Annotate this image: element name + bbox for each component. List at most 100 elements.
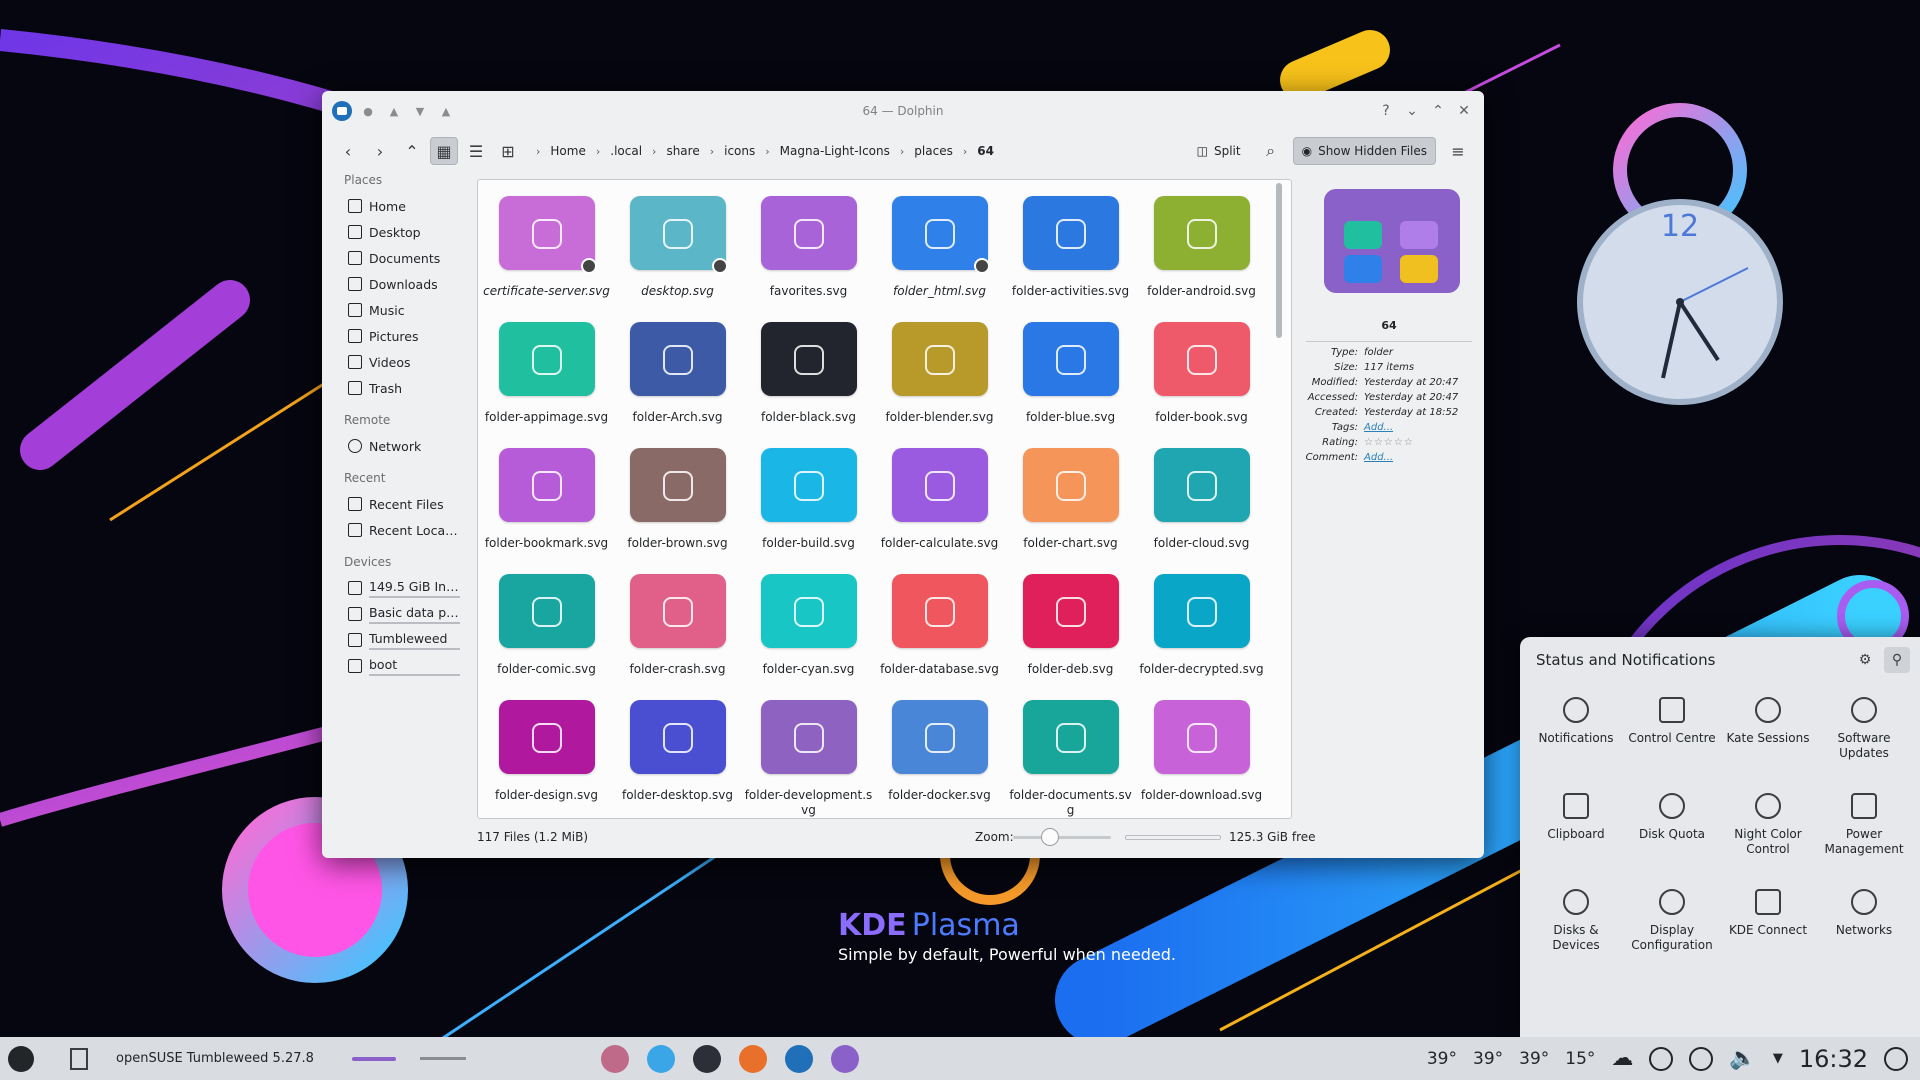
scrollbar-thumb[interactable] [1276, 183, 1282, 338]
show-hidden-files-button[interactable]: ◉ Show Hidden Files [1292, 137, 1436, 165]
application-launcher-icon[interactable] [8, 1045, 34, 1072]
breadcrumb-item[interactable]: icons [720, 142, 759, 160]
breadcrumb-item[interactable]: Magna-Light-Icons [776, 142, 894, 160]
places-item[interactable]: Desktop [332, 219, 460, 245]
breadcrumb-separator-icon[interactable]: › [900, 145, 904, 158]
places-section-heading[interactable]: Recent [344, 471, 460, 485]
file-item[interactable]: folder-android.svg [1136, 188, 1267, 314]
file-item[interactable]: favorites.svg [743, 188, 874, 314]
file-item[interactable]: folder-blue.svg [1005, 314, 1136, 440]
file-item[interactable]: folder-design.svg [481, 692, 612, 818]
file-item[interactable]: certificate-server.svg [481, 188, 612, 314]
status-item[interactable]: Notifications [1528, 689, 1624, 785]
status-item[interactable]: Disk Quota [1624, 785, 1720, 881]
taskbar-app-icon[interactable] [600, 1044, 629, 1073]
file-item[interactable]: folder_html.svg [874, 188, 1005, 314]
close-button[interactable]: ✕ [1454, 101, 1474, 121]
file-item[interactable]: folder-blender.svg [874, 314, 1005, 440]
taskbar-app-icon[interactable] [692, 1044, 721, 1073]
file-item[interactable]: desktop.svg [612, 188, 743, 314]
breadcrumb-separator-icon[interactable]: › [536, 145, 540, 158]
breadcrumb-separator-icon[interactable]: › [652, 145, 656, 158]
file-item[interactable]: folder-download.svg [1136, 692, 1267, 818]
file-item[interactable]: folder-crash.svg [612, 566, 743, 692]
breadcrumb-item[interactable]: Home [546, 142, 589, 160]
places-item[interactable]: Basic data partition [332, 601, 460, 627]
taskbar-app-icon[interactable] [784, 1044, 813, 1073]
file-item[interactable]: folder-development.svg [743, 692, 874, 818]
places-item[interactable]: Downloads [332, 271, 460, 297]
zoom-slider-handle[interactable] [1041, 828, 1059, 846]
weather-temperature[interactable]: 15° [1565, 1049, 1595, 1069]
volume-icon[interactable]: 🔈 [1729, 1046, 1756, 1071]
file-view-scrollbar[interactable] [1274, 183, 1284, 816]
split-button[interactable]: ◫ Split [1189, 137, 1249, 165]
rating-stars[interactable]: ☆☆☆☆☆ [1364, 437, 1464, 449]
file-item[interactable]: folder-brown.svg [612, 440, 743, 566]
breadcrumb-separator-icon[interactable]: › [710, 145, 714, 158]
file-item[interactable]: folder-appimage.svg [481, 314, 612, 440]
places-item[interactable]: Recent Files [332, 491, 460, 517]
places-item[interactable]: Pictures [332, 323, 460, 349]
file-item[interactable]: folder-cyan.svg [743, 566, 874, 692]
places-item[interactable]: Trash [332, 375, 460, 401]
status-item[interactable]: Clipboard [1528, 785, 1624, 881]
file-item[interactable]: folder-cloud.svg [1136, 440, 1267, 566]
pin-icon[interactable]: ⚲ [1884, 647, 1910, 673]
hamburger-menu-button[interactable]: ≡ [1444, 137, 1472, 165]
taskbar-app-icon[interactable] [646, 1044, 675, 1073]
file-item[interactable]: folder-decrypted.svg [1136, 566, 1267, 692]
places-section-heading[interactable]: Places [344, 173, 460, 187]
file-item[interactable]: folder-activities.svg [1005, 188, 1136, 314]
file-item[interactable]: folder-chart.svg [1005, 440, 1136, 566]
file-view[interactable]: certificate-server.svg desktop.svg favorit… [477, 179, 1292, 819]
tray-expand-icon[interactable]: ▼ [1773, 1051, 1783, 1066]
media-player-icon[interactable] [1649, 1046, 1674, 1071]
places-item[interactable]: boot [332, 653, 460, 679]
title-bar[interactable]: ● ▲ ▼ ▲ 64 — Dolphin ? ⌄ ⌃ ✕ [322, 91, 1484, 131]
breadcrumb-separator-icon[interactable]: › [765, 145, 769, 158]
places-section-heading[interactable]: Devices [344, 555, 460, 569]
breadcrumb-separator-icon[interactable]: › [963, 145, 967, 158]
places-item[interactable]: 149.5 GiB Internal ... [332, 575, 460, 601]
cloud-icon[interactable]: ☁ [1611, 1046, 1633, 1071]
file-item[interactable]: folder-bookmark.svg [481, 440, 612, 566]
places-item[interactable]: Videos [332, 349, 460, 375]
file-item[interactable]: folder-build.svg [743, 440, 874, 566]
configure-icon[interactable]: ⚙ [1852, 647, 1878, 673]
file-item[interactable]: folder-black.svg [743, 314, 874, 440]
status-item[interactable]: Kate Sessions [1720, 689, 1816, 785]
file-item[interactable]: folder-documents.svg [1005, 692, 1136, 818]
breadcrumb-item[interactable]: .local [606, 142, 646, 160]
places-item[interactable]: Home [332, 193, 460, 219]
keep-above-icon[interactable]: ▲ [384, 101, 404, 121]
places-item[interactable]: Music [332, 297, 460, 323]
forward-button[interactable]: › [366, 137, 394, 165]
file-item[interactable]: folder-deb.svg [1005, 566, 1136, 692]
breadcrumb-item[interactable]: 64 [973, 142, 998, 160]
back-button[interactable]: ‹ [334, 137, 362, 165]
help-button[interactable]: ? [1376, 101, 1396, 121]
up-button[interactable]: ⌃ [398, 137, 426, 165]
status-item[interactable]: Control Centre [1624, 689, 1720, 785]
details-view-button[interactable]: ⊞ [494, 137, 522, 165]
status-item[interactable]: Power Management [1816, 785, 1912, 881]
breadcrumb-item[interactable]: places [910, 142, 957, 160]
keep-below-icon[interactable]: ▼ [410, 101, 430, 121]
status-item[interactable]: KDE Connect [1720, 881, 1816, 977]
status-item[interactable]: Networks [1816, 881, 1912, 977]
status-item[interactable]: Software Updates [1816, 689, 1912, 785]
digital-clock[interactable]: 16:32 [1799, 1045, 1868, 1073]
pause-icon[interactable] [1689, 1046, 1714, 1071]
comment-add-link[interactable]: Add... [1364, 452, 1464, 464]
breadcrumb-separator-icon[interactable]: › [596, 145, 600, 158]
taskbar-app-icon[interactable] [738, 1044, 767, 1073]
maximize-button[interactable]: ⌃ [1428, 101, 1448, 121]
zoom-slider[interactable] [1013, 836, 1111, 839]
status-item[interactable]: Disks & Devices [1528, 881, 1624, 977]
file-item[interactable]: folder-calculate.svg [874, 440, 1005, 566]
file-item[interactable]: folder-comic.svg [481, 566, 612, 692]
search-button[interactable]: ⌕ [1257, 137, 1285, 165]
file-item[interactable]: folder-book.svg [1136, 314, 1267, 440]
places-item[interactable]: Documents [332, 245, 460, 271]
